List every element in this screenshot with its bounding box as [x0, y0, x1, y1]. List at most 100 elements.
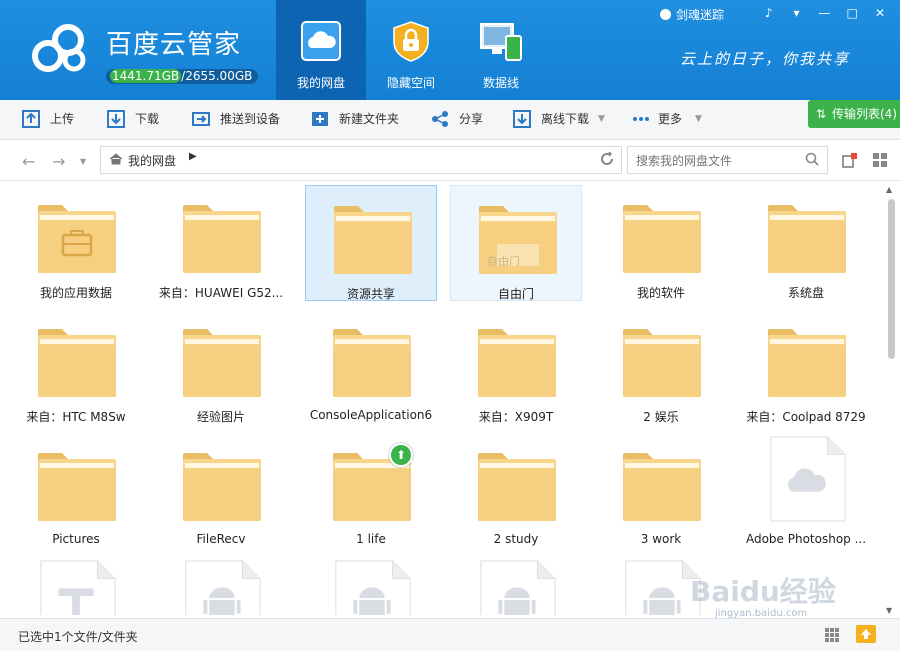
- file-grid: 我的应用数据 来自：HUAWEI G52... 资源共享 自由门 自由门 我的软件: [10, 185, 880, 615]
- share-label: 分享: [459, 112, 484, 126]
- folder-item[interactable]: 来自：HTC M8Sw: [10, 309, 142, 425]
- storage-quota: 1441.71GB/2655.00GB: [106, 69, 259, 84]
- folder-item[interactable]: 来自：X909T: [450, 309, 582, 425]
- upload-status-icon[interactable]: [856, 625, 876, 643]
- folder-item[interactable]: Pictures: [10, 433, 142, 549]
- file-name: 来自：HTC M8Sw: [26, 410, 126, 424]
- tab-data-cable[interactable]: 数据线: [456, 0, 546, 100]
- text-file-icon: [40, 560, 116, 615]
- user-avatar-icon: [660, 9, 671, 20]
- window-controls: ♪ ▾ — □ ✕: [757, 4, 892, 22]
- lock-icon: [393, 21, 429, 62]
- offline-download-label: 离线下载: [541, 112, 590, 126]
- status-bar: 已选中1个文件/文件夹: [0, 618, 900, 651]
- download-label: 下载: [135, 112, 160, 126]
- toolbar: 上传 下载 推送到设备 新建文件夹 分享 离线下载 ▼ 更多 ▼: [0, 100, 900, 140]
- file-name: 2 娱乐: [643, 410, 679, 424]
- minimize-icon[interactable]: —: [812, 4, 836, 22]
- folder-item[interactable]: 资源共享: [305, 185, 437, 301]
- share-icon: [432, 111, 448, 127]
- file-item[interactable]: Adobe Photoshop ...: [740, 433, 872, 549]
- tab-hidden-space[interactable]: 隐藏空间: [366, 0, 456, 100]
- history-dropdown-icon[interactable]: ▼: [80, 157, 86, 166]
- user-account[interactable]: 剑魂迷踪: [660, 6, 724, 23]
- breadcrumb-arrow-icon[interactable]: ▶: [189, 151, 197, 162]
- folder-icon: [38, 329, 116, 397]
- folder-item[interactable]: ⬆ 1 life: [305, 433, 437, 549]
- file-item[interactable]: [450, 557, 582, 615]
- baidu-cloud-logo-icon: [32, 24, 86, 72]
- push-device-icon: [192, 112, 210, 126]
- scroll-thumb[interactable]: [888, 199, 895, 359]
- more-button[interactable]: 更多: [632, 100, 692, 139]
- refresh-icon[interactable]: [599, 151, 615, 167]
- offline-download-button[interactable]: 离线下载: [513, 100, 593, 139]
- offline-download-dropdown-icon[interactable]: ▼: [598, 100, 605, 139]
- breadcrumb-root[interactable]: 我的网盘: [128, 152, 176, 169]
- selection-status: 已选中1个文件/文件夹: [18, 630, 138, 644]
- file-item[interactable]: [305, 557, 437, 615]
- folder-icon: [183, 329, 261, 397]
- new-folder-button[interactable]: 新建文件夹: [311, 100, 411, 139]
- maximize-icon[interactable]: □: [840, 4, 864, 22]
- folder-icon: [623, 329, 701, 397]
- download-icon: [107, 110, 125, 128]
- folder-overlay-label: 自由门: [487, 255, 520, 268]
- forward-arrow-icon[interactable]: →: [52, 152, 65, 171]
- file-name: 系统盘: [787, 286, 824, 300]
- bell-icon[interactable]: ♪: [757, 4, 781, 22]
- quota-total: /2655.00GB: [181, 69, 253, 83]
- scroll-up-icon[interactable]: ▲: [886, 185, 892, 194]
- folder-item[interactable]: 2 娱乐: [595, 309, 727, 425]
- folder-item[interactable]: 来自：HUAWEI G52...: [155, 185, 287, 301]
- folder-item[interactable]: ConsoleApplication6: [305, 309, 437, 425]
- folder-item[interactable]: 3 work: [595, 433, 727, 549]
- upload-button[interactable]: 上传: [22, 100, 82, 139]
- push-to-device-button[interactable]: 推送到设备: [192, 100, 292, 139]
- android-file-icon: [185, 560, 261, 615]
- menu-icon[interactable]: ▾: [785, 4, 809, 22]
- push-to-device-label: 推送到设备: [220, 112, 281, 126]
- file-name: 3 work: [640, 532, 682, 546]
- vertical-scrollbar[interactable]: ▲ ▼: [885, 185, 897, 615]
- android-file-icon: [335, 560, 411, 615]
- back-arrow-icon[interactable]: ←: [22, 152, 35, 171]
- folder-item[interactable]: FileRecv: [155, 433, 287, 549]
- transfer-list-button[interactable]: ⇅ 传输列表(4): [808, 100, 900, 128]
- file-name: Pictures: [52, 532, 100, 546]
- file-name: 自由门: [497, 287, 534, 301]
- folder-item[interactable]: 系统盘: [740, 185, 872, 301]
- file-item[interactable]: [155, 557, 287, 615]
- quota-used: 1441.71GB: [110, 69, 182, 83]
- folder-item[interactable]: 我的应用数据: [10, 185, 142, 301]
- tab-my-drive[interactable]: 我的网盘: [276, 0, 366, 100]
- folder-item[interactable]: 自由门 自由门: [450, 185, 582, 301]
- folder-item[interactable]: 我的软件: [595, 185, 727, 301]
- thumbnail-view-icon[interactable]: [824, 627, 840, 643]
- home-icon[interactable]: [109, 153, 123, 165]
- file-item[interactable]: [10, 557, 142, 615]
- folder-item[interactable]: 来自：Coolpad 8729: [740, 309, 872, 425]
- folder-item[interactable]: 经验图片: [155, 309, 287, 425]
- share-button[interactable]: 分享: [431, 100, 491, 139]
- search-input[interactable]: [634, 151, 798, 171]
- file-name: 1 life: [356, 532, 386, 546]
- folder-icon: [478, 329, 556, 397]
- detail-view-icon[interactable]: [842, 152, 858, 168]
- download-button[interactable]: 下载: [107, 100, 167, 139]
- tab-label: 隐藏空间: [386, 76, 435, 90]
- slogan: 云上的日子，你我共享: [680, 50, 851, 68]
- file-name: 来自：HUAWEI G52...: [158, 286, 284, 300]
- search-icon[interactable]: [805, 152, 819, 166]
- title-bar: 百度云管家 1441.71GB/2655.00GB 我的网盘 隐藏空间 数据线 …: [0, 0, 900, 100]
- more-dropdown-icon[interactable]: ▼: [695, 100, 702, 139]
- tab-label: 数据线: [482, 76, 519, 90]
- search-box: [627, 146, 828, 174]
- grid-view-icon[interactable]: [872, 152, 888, 168]
- scroll-down-icon[interactable]: ▼: [886, 606, 892, 615]
- file-name: 资源共享: [346, 287, 395, 301]
- folder-icon: [478, 453, 556, 521]
- close-icon[interactable]: ✕: [868, 4, 892, 22]
- folder-item[interactable]: 2 study: [450, 433, 582, 549]
- folder-icon: [334, 206, 412, 274]
